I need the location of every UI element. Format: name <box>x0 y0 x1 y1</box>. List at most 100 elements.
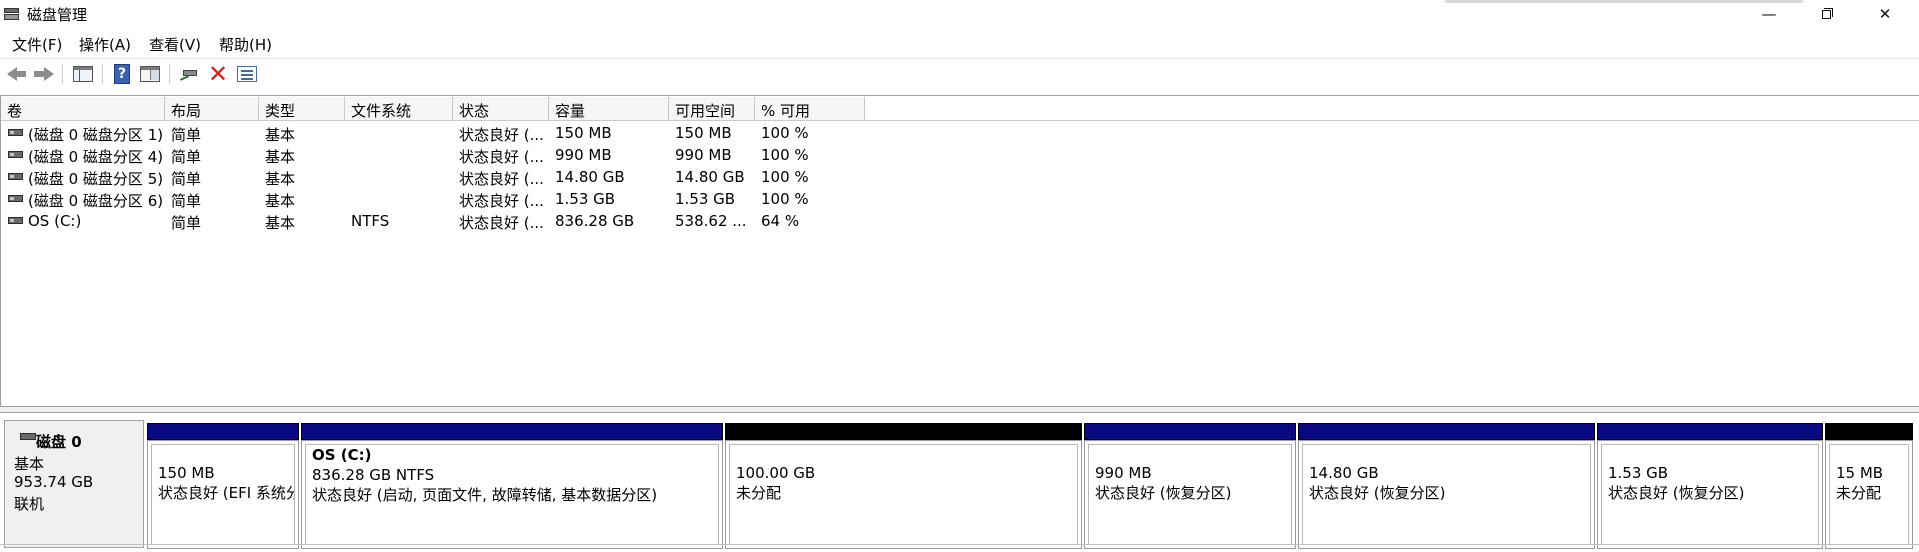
volume-free-space: 150 MB <box>675 124 732 142</box>
volume-row[interactable]: (磁盘 0 磁盘分区 6) 简单 基本 状态良好 (... 1.53 GB 1.… <box>1 188 1919 210</box>
partition-size: 14.80 GB <box>1309 464 1379 482</box>
toolbar: ? ✕ <box>0 58 1919 89</box>
volume-percent-free: 100 % <box>761 190 809 208</box>
toolbar-separator <box>62 64 63 84</box>
pane-splitter[interactable] <box>0 407 1919 413</box>
restore-button[interactable] <box>1804 0 1850 29</box>
disk-icon <box>20 433 36 440</box>
partition-title: OS (C:) <box>312 446 372 464</box>
volume-row[interactable]: OS (C:) 简单 基本 NTFS 状态良好 (... 836.28 GB 5… <box>1 210 1919 232</box>
column-header-volume[interactable]: 卷 <box>1 97 165 121</box>
volume-capacity: 14.80 GB <box>555 168 625 186</box>
column-header-filler <box>865 97 1919 121</box>
column-header-capacity[interactable]: 容量 <box>549 97 669 121</box>
partition-color-bar <box>1298 423 1595 440</box>
partition-unallocated-end[interactable]: 15 MB 未分配 <box>1825 423 1913 549</box>
partition-efi[interactable]: 150 MB 状态良好 (EFI 系统分 <box>147 423 299 549</box>
partition-status: 未分配 <box>736 484 782 502</box>
menu-file[interactable]: 文件(F) <box>12 34 62 55</box>
partition-color-bar <box>725 423 1082 440</box>
back-button[interactable] <box>4 63 28 85</box>
volume-percent-free: 100 % <box>761 124 809 142</box>
partition-color-bar <box>1597 423 1823 440</box>
volume-filesystem: NTFS <box>351 212 390 230</box>
column-header-type[interactable]: 类型 <box>259 97 345 121</box>
volume-capacity: 836.28 GB <box>555 212 635 230</box>
partition-unallocated[interactable]: 100.00 GB 未分配 <box>725 423 1082 549</box>
volume-row[interactable]: (磁盘 0 磁盘分区 1) 简单 基本 状态良好 (... 150 MB 150… <box>1 122 1919 144</box>
menu-view[interactable]: 查看(V) <box>149 34 201 55</box>
help-icon: ? <box>114 64 130 84</box>
volume-percent-free: 100 % <box>761 168 809 186</box>
partition-size: 150 MB <box>158 464 215 482</box>
partition-size: 1.53 GB <box>1608 464 1669 482</box>
column-header-filesystem[interactable]: 文件系统 <box>345 97 453 121</box>
menu-action[interactable]: 操作(A) <box>79 34 131 55</box>
partition-os-c[interactable]: OS (C:) 836.28 GB NTFS 状态良好 (启动, 页面文件, 故… <box>301 423 723 549</box>
connect-icon <box>179 68 198 81</box>
volume-type: 基本 <box>265 148 296 166</box>
volume-row[interactable]: (磁盘 0 磁盘分区 4) 简单 基本 状态良好 (... 990 MB 990… <box>1 144 1919 166</box>
partition-status: 状态良好 (恢复分区) <box>1095 484 1232 502</box>
partition-color-bar <box>1084 423 1296 440</box>
minimize-button[interactable]: — <box>1746 0 1792 29</box>
properties-button[interactable] <box>138 63 162 85</box>
volume-type: 基本 <box>265 214 296 232</box>
partition-recovery-3[interactable]: 1.53 GB 状态良好 (恢复分区) <box>1597 423 1823 549</box>
partition-status: 未分配 <box>1836 484 1882 502</box>
delete-icon: ✕ <box>208 60 229 88</box>
disk-graphical-view: 磁盘 0 基本 953.74 GB 联机 150 MB 状态良好 (EFI 系统… <box>0 414 1919 552</box>
menu-bar: 文件(F) 操作(A) 查看(V) 帮助(H) <box>0 30 1919 57</box>
disk-type: 基本 <box>14 455 45 473</box>
partition-size: 990 MB <box>1095 464 1152 482</box>
title-bar: 磁盘管理 — ✕ <box>0 0 1919 29</box>
show-hide-console-tree-icon <box>73 66 93 82</box>
close-button[interactable]: ✕ <box>1862 0 1908 29</box>
volume-icon <box>8 173 23 180</box>
partition-color-bar <box>301 423 723 440</box>
partition-recovery-2[interactable]: 14.80 GB 状态良好 (恢复分区) <box>1298 423 1595 549</box>
volume-layout: 简单 <box>171 192 202 210</box>
delete-button[interactable]: ✕ <box>206 60 230 88</box>
volume-free-space: 1.53 GB <box>675 190 736 208</box>
partition-status: 状态良好 (EFI 系统分 <box>158 484 295 502</box>
disk-size: 953.74 GB <box>14 473 94 491</box>
disk-0-label[interactable]: 磁盘 0 基本 953.74 GB 联机 <box>4 420 144 548</box>
volume-percent-free: 64 % <box>761 212 800 230</box>
volume-type: 基本 <box>265 170 296 188</box>
show-hide-console-tree-button[interactable] <box>71 63 95 85</box>
volume-free-space: 990 MB <box>675 146 732 164</box>
column-header-free-space[interactable]: 可用空间 <box>669 97 755 121</box>
window-title: 磁盘管理 <box>27 6 88 24</box>
volume-name: (磁盘 0 磁盘分区 4) <box>28 148 164 166</box>
partition-size: 15 MB <box>1836 464 1884 482</box>
connect-button[interactable] <box>177 63 201 85</box>
help-button[interactable]: ? <box>110 63 134 85</box>
volume-free-space: 538.62 ... <box>675 212 747 230</box>
volume-layout: 简单 <box>171 126 202 144</box>
partition-status: 状态良好 (恢复分区) <box>1309 484 1446 502</box>
volume-type: 基本 <box>265 126 296 144</box>
volume-capacity: 1.53 GB <box>555 190 616 208</box>
partition-recovery-1[interactable]: 990 MB 状态良好 (恢复分区) <box>1084 423 1296 549</box>
column-header-layout[interactable]: 布局 <box>165 97 259 121</box>
column-header-status[interactable]: 状态 <box>453 97 549 121</box>
volume-row[interactable]: (磁盘 0 磁盘分区 5) 简单 基本 状态良好 (... 14.80 GB 1… <box>1 166 1919 188</box>
partition-color-bar <box>1825 423 1913 440</box>
partition-size: 100.00 GB <box>736 464 816 482</box>
volume-layout: 简单 <box>171 170 202 188</box>
volume-percent-free: 100 % <box>761 146 809 164</box>
volume-name: (磁盘 0 磁盘分区 1) <box>28 126 164 144</box>
volume-capacity: 150 MB <box>555 124 612 142</box>
volume-name: OS (C:) <box>28 212 82 230</box>
menu-help[interactable]: 帮助(H) <box>219 34 272 55</box>
column-header-percent-free[interactable]: % 可用 <box>755 97 865 121</box>
volume-status: 状态良好 (... <box>459 192 544 210</box>
volume-icon <box>8 217 23 224</box>
disk-name: 磁盘 0 <box>36 433 82 451</box>
volume-list: 卷 布局 类型 文件系统 状态 容量 可用空间 % 可用 (磁盘 0 磁盘分区 … <box>0 95 1919 407</box>
volume-type: 基本 <box>265 192 296 210</box>
list-view-button[interactable] <box>235 63 259 85</box>
volume-name: (磁盘 0 磁盘分区 5) <box>28 170 164 188</box>
forward-button[interactable] <box>31 63 55 85</box>
